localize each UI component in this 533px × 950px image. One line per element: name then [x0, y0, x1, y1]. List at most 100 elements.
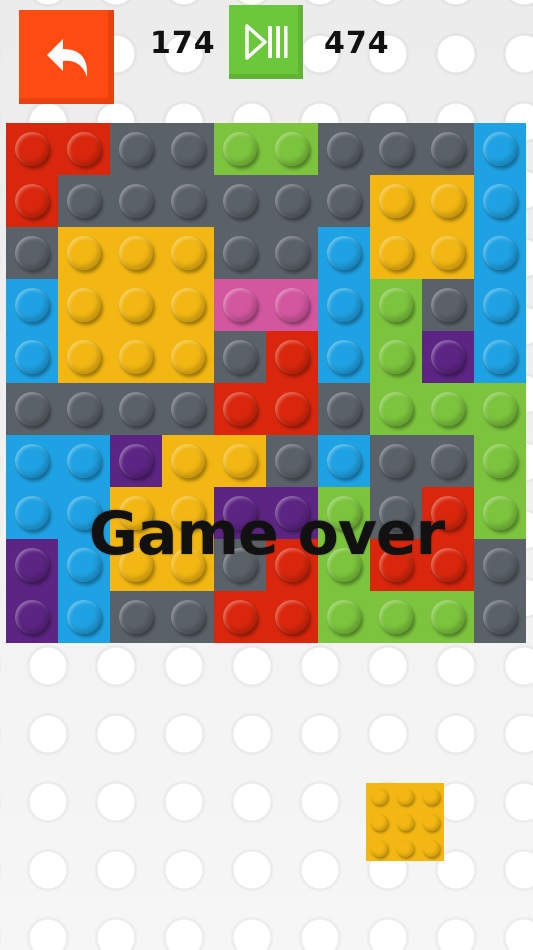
board-cell: [214, 591, 266, 643]
board-cell: [6, 279, 58, 331]
board-cell: [6, 331, 58, 383]
brick-stud: [119, 132, 153, 166]
brick-stud: [327, 288, 361, 322]
brick-stud: [223, 236, 257, 270]
brick-stud: [483, 288, 517, 322]
board-cell: [162, 175, 214, 227]
board-cell: [58, 383, 110, 435]
brick-stud: [171, 236, 205, 270]
brick-stud: [275, 444, 309, 478]
board-cell: [162, 279, 214, 331]
board-cell: [422, 227, 474, 279]
board-cell: [422, 279, 474, 331]
board-cell: [370, 227, 422, 279]
board-cell: [58, 331, 110, 383]
brick-stud: [327, 236, 361, 270]
brick-stud: [171, 600, 205, 634]
board-cell: [6, 175, 58, 227]
brick-stud: [15, 444, 49, 478]
brick-stud: [67, 392, 101, 426]
board-cell: [110, 383, 162, 435]
brick-stud: [119, 392, 153, 426]
brick-stud: [67, 132, 101, 166]
brick-stud: [483, 444, 517, 478]
board-cell: [422, 175, 474, 227]
brick-stud: [275, 184, 309, 218]
board-cell: [6, 227, 58, 279]
brick-stud: [431, 600, 465, 634]
brick-stud: [223, 340, 257, 374]
brick-stud: [275, 392, 309, 426]
board-cell: [214, 175, 266, 227]
brick-stud: [275, 288, 309, 322]
brick-stud: [431, 340, 465, 374]
board-cell: [370, 331, 422, 383]
board-cell: [474, 591, 526, 643]
brick-stud: [327, 392, 361, 426]
brick-stud: [483, 392, 517, 426]
board-cell: [110, 123, 162, 175]
board-cell: [370, 123, 422, 175]
brick-stud: [171, 392, 205, 426]
board-cell: [474, 435, 526, 487]
board-cell: [266, 175, 318, 227]
brick-stud: [275, 132, 309, 166]
board-cell: [214, 123, 266, 175]
board-cell: [266, 331, 318, 383]
undo-button[interactable]: [19, 10, 114, 104]
board-cell: [422, 331, 474, 383]
brick-stud: [67, 236, 101, 270]
brick-stud: [379, 184, 413, 218]
board-cell: [422, 383, 474, 435]
next-piece-stud: [370, 839, 388, 857]
board-cell: [58, 227, 110, 279]
board-cell: [474, 227, 526, 279]
next-piece-yellow-block[interactable]: [366, 783, 444, 861]
brick-stud: [171, 444, 205, 478]
brick-stud: [379, 392, 413, 426]
board-cell: [162, 227, 214, 279]
brick-stud: [67, 340, 101, 374]
board-cell: [214, 227, 266, 279]
undo-arrow-icon: [46, 39, 87, 77]
board-cell: [214, 383, 266, 435]
brick-stud: [223, 132, 257, 166]
brick-stud: [379, 288, 413, 322]
board-cell: [110, 227, 162, 279]
board-cell: [318, 175, 370, 227]
brick-stud: [327, 444, 361, 478]
board-cell: [318, 591, 370, 643]
brick-stud: [67, 600, 101, 634]
board-cell: [422, 435, 474, 487]
board-cell: [318, 123, 370, 175]
board-cell: [58, 123, 110, 175]
board-cell: [266, 279, 318, 331]
board-cell: [214, 435, 266, 487]
board-cell: [162, 123, 214, 175]
board-cell: [266, 227, 318, 279]
brick-stud: [327, 340, 361, 374]
brick-stud: [483, 132, 517, 166]
brick-stud: [275, 600, 309, 634]
board-cell: [110, 279, 162, 331]
brick-stud: [171, 184, 205, 218]
play-pause-button[interactable]: [229, 5, 303, 79]
brick-stud: [379, 236, 413, 270]
brick-stud: [67, 184, 101, 218]
brick-stud: [67, 444, 101, 478]
brick-stud: [223, 392, 257, 426]
board-cell: [110, 175, 162, 227]
next-piece-stud: [396, 787, 414, 805]
brick-stud: [15, 132, 49, 166]
brick-stud: [171, 288, 205, 322]
board-cell: [474, 123, 526, 175]
play-pause-icon: [245, 24, 288, 60]
brick-stud: [327, 184, 361, 218]
board-cell: [266, 591, 318, 643]
brick-stud: [483, 600, 517, 634]
brick-stud: [15, 288, 49, 322]
next-piece-stud: [422, 787, 440, 805]
board-cell: [474, 279, 526, 331]
board-cell: [370, 175, 422, 227]
brick-stud: [119, 288, 153, 322]
